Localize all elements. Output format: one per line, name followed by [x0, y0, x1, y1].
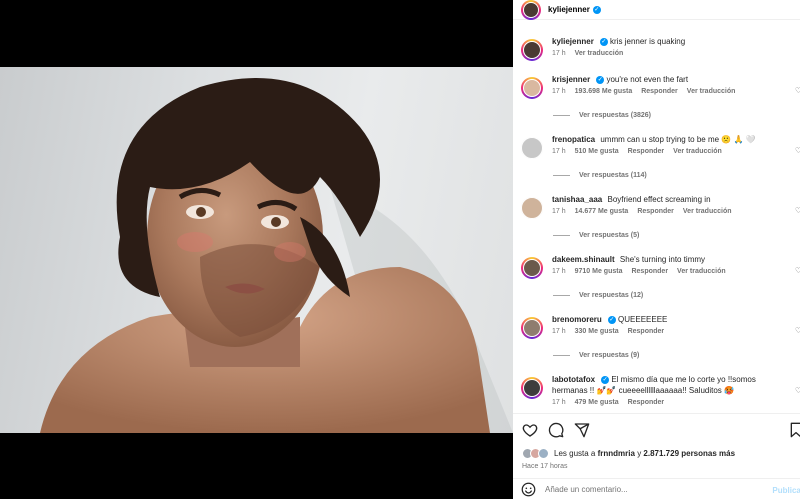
reply-button[interactable]: Responder — [631, 268, 668, 275]
comment-avatar[interactable] — [521, 137, 543, 159]
comment-text: QUEEEEEEE — [618, 315, 668, 324]
comment-age[interactable]: 17 h — [552, 208, 566, 215]
reply-button[interactable]: Responder — [641, 88, 678, 95]
view-replies-button[interactable]: Ver respuestas (114) — [553, 172, 647, 179]
verified-badge-icon: ✓ — [596, 75, 605, 84]
reply-button[interactable]: Responder — [628, 148, 665, 155]
liker-username[interactable]: frnndmria — [598, 449, 635, 458]
see-translation-link[interactable]: Ver traducción — [677, 268, 726, 275]
bookmark-icon[interactable] — [788, 422, 800, 438]
heart-icon[interactable]: ♡ — [795, 266, 800, 275]
replies-divider — [553, 355, 570, 356]
verified-badge-icon: ✓ — [592, 5, 601, 14]
comment-username[interactable]: dakeem.shinault — [552, 255, 615, 264]
heart-icon[interactable] — [522, 422, 538, 438]
view-replies-button[interactable]: Ver respuestas (3826) — [553, 112, 651, 119]
verified-badge-icon: ✓ — [607, 315, 616, 324]
portrait-illustration — [40, 78, 513, 433]
comment-age[interactable]: 17 h — [552, 328, 566, 335]
post-header: kyliejenner ✓ — [513, 0, 800, 20]
add-comment-bar: Publicar — [513, 478, 800, 499]
comment-age[interactable]: 17 h — [552, 268, 566, 275]
comment-age[interactable]: 17 h — [552, 50, 566, 57]
comment-username[interactable]: brenomoreru — [552, 315, 602, 324]
comment-text: ummm can u stop trying to be me 🙁 🙏 🤍 — [600, 135, 756, 144]
comment-text: you're not even the fart — [606, 75, 689, 84]
likes-prefix: Les gusta a — [554, 449, 596, 458]
comment-likes[interactable]: 510 Me gusta — [575, 148, 619, 155]
comment-input[interactable] — [545, 485, 745, 494]
heart-icon[interactable]: ♡ — [795, 86, 800, 95]
replies-divider — [553, 295, 570, 296]
reply-button[interactable]: Responder — [637, 208, 674, 215]
author-avatar[interactable] — [521, 0, 541, 20]
author-username[interactable]: kyliejenner — [548, 5, 590, 14]
replies-divider — [553, 115, 570, 116]
comment-avatar[interactable] — [521, 77, 543, 99]
emoji-icon[interactable] — [521, 482, 536, 497]
comment-avatar[interactable] — [521, 317, 543, 339]
view-replies-button[interactable]: Ver respuestas (9) — [553, 352, 639, 359]
comment-avatar[interactable] — [521, 197, 543, 219]
comment-username[interactable]: krisjenner — [552, 75, 590, 84]
comment-username[interactable]: frenopatica — [552, 135, 595, 144]
comment-likes[interactable]: 14.677 Me gusta — [575, 208, 629, 215]
heart-icon[interactable]: ♡ — [795, 386, 800, 395]
verified-badge-icon: ✓ — [601, 375, 610, 384]
comment-username[interactable]: tanishaa_aaa — [552, 195, 602, 204]
comment-username[interactable]: kyliejenner — [552, 37, 594, 46]
see-translation-link[interactable]: Ver traducción — [673, 148, 722, 155]
post-side-panel: kyliejenner ✓ kyliejenner ✓ kris jenner i… — [513, 0, 800, 499]
likes-count[interactable]: 2.871.729 personas más — [643, 449, 735, 458]
post-media — [0, 0, 513, 499]
comment-text: kris jenner is quaking — [610, 37, 686, 46]
comment-likes[interactable]: 193.698 Me gusta — [575, 88, 633, 95]
heart-icon[interactable]: ♡ — [795, 206, 800, 215]
reply-button[interactable]: Responder — [628, 399, 665, 406]
see-translation-link[interactable]: Ver traducción — [683, 208, 732, 215]
likes-summary: Les gusta a frnndmria y 2.871.729 person… — [522, 448, 735, 459]
replies-divider — [553, 235, 570, 236]
likes-join: y — [637, 449, 642, 458]
post-timestamp[interactable]: Hace 17 horas — [522, 463, 568, 470]
see-translation-link[interactable]: Ver traducción — [575, 50, 624, 57]
heart-icon[interactable]: ♡ — [795, 146, 800, 155]
comment-age[interactable]: 17 h — [552, 88, 566, 95]
replies-divider — [553, 175, 570, 176]
publish-button[interactable]: Publicar — [772, 486, 800, 495]
comment-age[interactable]: 17 h — [552, 148, 566, 155]
heart-icon[interactable]: ♡ — [795, 326, 800, 335]
comment-username[interactable]: labototafox — [552, 375, 595, 384]
comment-avatar[interactable] — [521, 257, 543, 279]
comment-likes[interactable]: 479 Me gusta — [575, 399, 619, 406]
comment-text: She's turning into timmy — [619, 255, 706, 264]
comment-icon[interactable] — [548, 422, 564, 438]
comment-avatar[interactable] — [521, 377, 543, 399]
liker-avatar — [538, 448, 549, 459]
comment-avatar[interactable] — [521, 39, 543, 61]
comment-likes[interactable]: 9710 Me gusta — [575, 268, 623, 275]
post-actions: Les gusta a frnndmria y 2.871.729 person… — [513, 413, 800, 499]
comment-text: Boyfriend effect screaming in — [607, 195, 711, 204]
post-photo[interactable] — [0, 67, 513, 433]
comment-age[interactable]: 17 h — [552, 399, 566, 406]
see-translation-link[interactable]: Ver traducción — [687, 88, 736, 95]
view-replies-button[interactable]: Ver respuestas (5) — [553, 232, 639, 239]
reply-button[interactable]: Responder — [628, 328, 665, 335]
verified-badge-icon: ✓ — [599, 37, 608, 46]
send-icon[interactable] — [574, 422, 590, 438]
comment-likes[interactable]: 330 Me gusta — [575, 328, 619, 335]
view-replies-button[interactable]: Ver respuestas (12) — [553, 292, 643, 299]
